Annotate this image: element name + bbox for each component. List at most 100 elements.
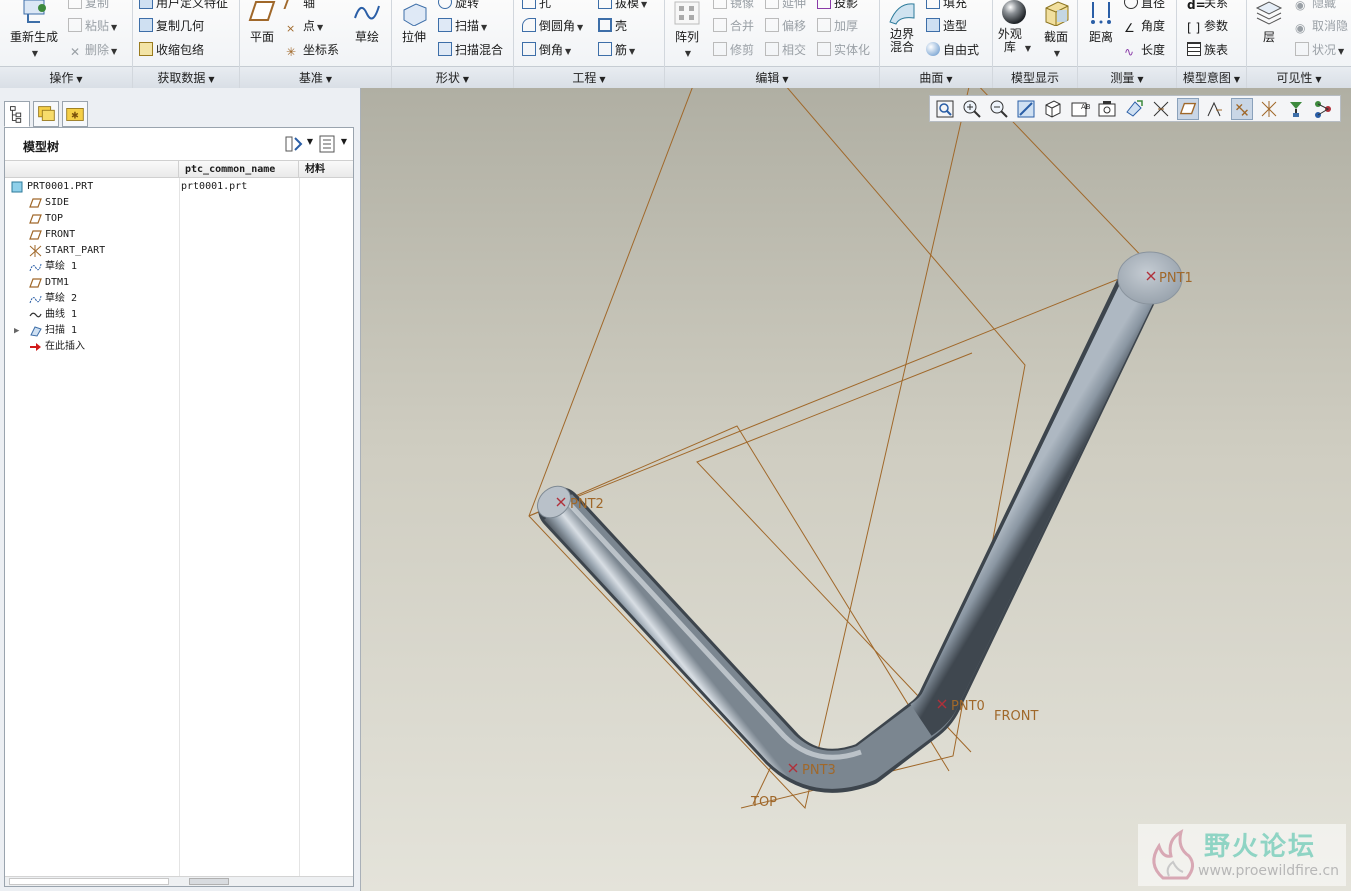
angle-button[interactable]: ∠ 角度 bbox=[1124, 17, 1165, 35]
revolve-button[interactable]: 旋转 bbox=[438, 0, 479, 12]
perspective-icon[interactable] bbox=[1123, 98, 1145, 120]
column-header-name[interactable] bbox=[5, 161, 179, 178]
style-button[interactable]: 造型 bbox=[926, 17, 967, 35]
thicken-button[interactable]: 加厚 bbox=[817, 17, 858, 35]
status-button[interactable]: 状况 ▼ bbox=[1295, 41, 1344, 59]
view-manager-icon[interactable] bbox=[1096, 98, 1118, 120]
tree-row[interactable]: DTM1 bbox=[5, 275, 353, 291]
datum-plane-label-front[interactable]: FRONT bbox=[994, 709, 1038, 724]
chevron-down-icon[interactable]: ▼ bbox=[307, 137, 313, 146]
scrollbar-thumb[interactable] bbox=[189, 878, 229, 885]
intersect-button[interactable]: 相交 bbox=[765, 41, 806, 59]
plane-button[interactable]: 平面 bbox=[246, 0, 278, 45]
zoom-in-icon[interactable] bbox=[961, 98, 983, 120]
tree-row[interactable]: 草绘 2 bbox=[5, 291, 353, 307]
axis-display-icon[interactable] bbox=[1204, 98, 1226, 120]
shrinkwrap-button[interactable]: 收缩包络 bbox=[139, 41, 204, 59]
appearance-gallery-button[interactable]: 外观库 ▼ bbox=[995, 0, 1033, 55]
hole-button[interactable]: 孔 bbox=[522, 0, 551, 12]
extend-button[interactable]: 延伸 bbox=[765, 0, 806, 12]
parameters-button[interactable]: [ ] 参数 bbox=[1187, 17, 1228, 35]
offset-button[interactable]: 偏移 bbox=[765, 17, 806, 35]
group-label-engineering[interactable]: 工程 ▼ bbox=[514, 66, 664, 88]
point-button[interactable]: × 点 ▼ bbox=[286, 17, 323, 35]
layers-button[interactable]: 层 bbox=[1251, 0, 1287, 45]
diameter-button[interactable]: 直径 bbox=[1124, 0, 1165, 12]
tree-settings-button[interactable] bbox=[283, 134, 305, 154]
tree-row[interactable]: FRONT bbox=[5, 227, 353, 243]
tree-row[interactable]: 在此插入 bbox=[5, 339, 353, 355]
tree-row[interactable]: TOP bbox=[5, 211, 353, 227]
tab-folder-browser[interactable] bbox=[33, 101, 59, 127]
tree-row[interactable]: SIDE bbox=[5, 195, 353, 211]
paste-button[interactable]: 粘贴 ▼ bbox=[68, 17, 117, 35]
column-header-common-name[interactable]: ptc_common_name bbox=[179, 161, 299, 178]
group-label-edit[interactable]: 编辑 ▼ bbox=[665, 66, 879, 88]
mirror-button[interactable]: 镜像 bbox=[713, 0, 754, 12]
display-style-icon[interactable] bbox=[1042, 98, 1064, 120]
csys-button[interactable]: ✳ 坐标系 bbox=[286, 41, 339, 59]
udf-button[interactable]: 用户定义特征 bbox=[139, 0, 228, 12]
model-tree-graph-icon[interactable] bbox=[1312, 98, 1334, 120]
tree-row[interactable]: ▶ 扫描 1 bbox=[5, 323, 353, 339]
datum-plane-label-top[interactable]: TOP bbox=[750, 795, 777, 810]
length-button[interactable]: ∿ 长度 bbox=[1124, 41, 1165, 59]
graphics-window[interactable]: PNT1 PNT2 PNT0 PNT3 FRONT TOP AB 野火论坛 ww… bbox=[361, 88, 1351, 891]
boundary-blend-button[interactable]: 边界混合 bbox=[884, 0, 920, 54]
saved-orientations-icon[interactable]: AB bbox=[1069, 98, 1091, 120]
sweep-tube[interactable] bbox=[531, 251, 1183, 793]
group-label-shapes[interactable]: 形状 ▼ bbox=[392, 66, 513, 88]
family-table-button[interactable]: 族表 bbox=[1187, 41, 1228, 59]
plane-display-icon[interactable] bbox=[1177, 98, 1199, 120]
point-display-icon[interactable] bbox=[1231, 98, 1253, 120]
fill-button[interactable]: 填充 bbox=[926, 0, 967, 12]
draft-button[interactable]: 拔模 ▼ bbox=[598, 0, 647, 12]
tree-row[interactable]: 曲线 1 bbox=[5, 307, 353, 323]
tab-favorites[interactable]: ✱ bbox=[62, 101, 88, 127]
repaint-icon[interactable] bbox=[1015, 98, 1037, 120]
group-label-datum[interactable]: 基准 ▼ bbox=[240, 66, 391, 88]
sketch-button[interactable]: 草绘 bbox=[350, 0, 384, 45]
trim-button[interactable]: 修剪 bbox=[713, 41, 754, 59]
axis-button[interactable]: 轴 bbox=[283, 0, 315, 12]
group-label-model-display[interactable]: 模型显示 bbox=[993, 66, 1077, 88]
tree-row[interactable]: 草绘 1 bbox=[5, 259, 353, 275]
chevron-down-icon[interactable]: ▼ bbox=[341, 137, 347, 146]
group-label-get-data[interactable]: 获取数据 ▼ bbox=[133, 66, 239, 88]
section-button[interactable]: 截面 ▼ bbox=[1037, 0, 1075, 59]
unhide-button[interactable]: ◉ 取消隐 bbox=[1295, 17, 1348, 35]
rib-button[interactable]: 筋 ▼ bbox=[598, 41, 635, 59]
group-label-model-intent[interactable]: 模型意图 ▼ bbox=[1177, 66, 1246, 88]
csys-display-icon[interactable] bbox=[1258, 98, 1280, 120]
relations-button[interactable]: d=关系 bbox=[1187, 0, 1228, 12]
scrollbar-track[interactable] bbox=[9, 878, 169, 885]
chamfer-button[interactable]: 倒角 ▼ bbox=[522, 41, 571, 59]
delete-button[interactable]: ✕ 删除 ▼ bbox=[68, 41, 117, 59]
group-label-operations[interactable]: 操作 ▼ bbox=[0, 66, 132, 88]
round-button[interactable]: 倒圆角 ▼ bbox=[522, 17, 583, 35]
annotation-display-icon[interactable] bbox=[1150, 98, 1172, 120]
project-button[interactable]: 投影 bbox=[817, 0, 858, 12]
horizontal-scrollbar[interactable] bbox=[5, 876, 353, 886]
refit-icon[interactable] bbox=[934, 98, 956, 120]
spin-center-icon[interactable] bbox=[1285, 98, 1307, 120]
zoom-out-icon[interactable] bbox=[988, 98, 1010, 120]
solidify-button[interactable]: 实体化 bbox=[817, 41, 870, 59]
hide-button[interactable]: ◉ 隐藏 bbox=[1295, 0, 1336, 12]
copy-geometry-button[interactable]: 复制几何 bbox=[139, 17, 204, 35]
freestyle-button[interactable]: 自由式 bbox=[926, 41, 979, 59]
tab-model-tree[interactable] bbox=[4, 101, 30, 127]
shell-button[interactable]: 壳 bbox=[598, 17, 627, 35]
sweep-button[interactable]: 扫描 ▼ bbox=[438, 17, 487, 35]
expand-arrow-icon[interactable]: ▶ bbox=[14, 323, 19, 339]
tree-show-button[interactable] bbox=[317, 134, 337, 154]
copy-button[interactable]: 复制 bbox=[68, 0, 109, 12]
pattern-button[interactable]: 阵列 ▼ bbox=[671, 0, 703, 59]
extrude-button[interactable]: 拉伸 bbox=[398, 0, 430, 45]
tree-row[interactable]: PRT0001.PRT prt0001.prt bbox=[5, 179, 353, 195]
group-label-measure[interactable]: 测量 ▼ bbox=[1078, 66, 1176, 88]
merge-button[interactable]: 合并 bbox=[713, 17, 754, 35]
tree-row[interactable]: START_PART bbox=[5, 243, 353, 259]
column-header-material[interactable]: 材料 bbox=[299, 161, 353, 178]
distance-button[interactable]: 距离 bbox=[1082, 0, 1120, 45]
